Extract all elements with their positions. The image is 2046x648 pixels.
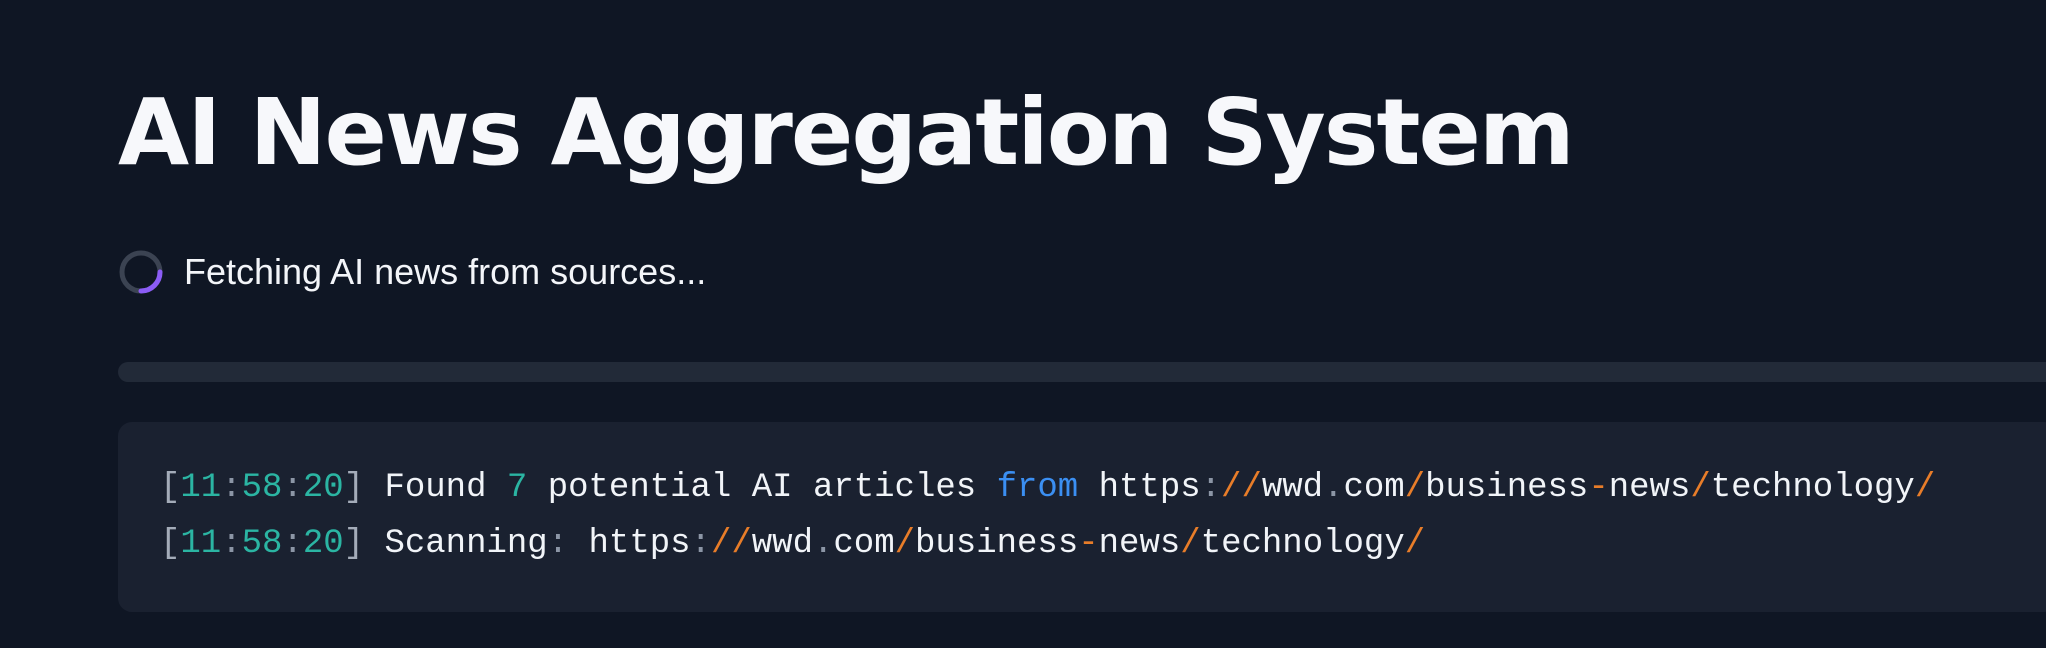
log-timestamp: 11:58:20	[180, 525, 344, 563]
status-text: Fetching AI news from sources...	[184, 251, 707, 292]
spinner-icon	[119, 250, 163, 294]
log-panel: [11:58:20] Found 7 potential AI articles…	[118, 422, 2046, 612]
page-title: AI News Aggregation System	[118, 79, 1575, 186]
main-content: AI News Aggregation System Fetching AI n…	[118, 0, 2046, 648]
log-lines: [11:58:20] Found 7 potential AI articles…	[160, 460, 1935, 572]
progress-bar	[118, 362, 2046, 382]
log-message: Found 7 potential AI articles from https…	[384, 469, 1936, 507]
log-timestamp: 11:58:20	[180, 469, 344, 507]
status-row: Fetching AI news from sources...	[118, 244, 706, 300]
log-message: Scanning: https://wwd.com/business-news/…	[384, 525, 1426, 563]
log-line: [11:58:20] Scanning: https://wwd.com/bus…	[160, 525, 1426, 563]
log-line: [11:58:20] Found 7 potential AI articles…	[160, 469, 1936, 507]
